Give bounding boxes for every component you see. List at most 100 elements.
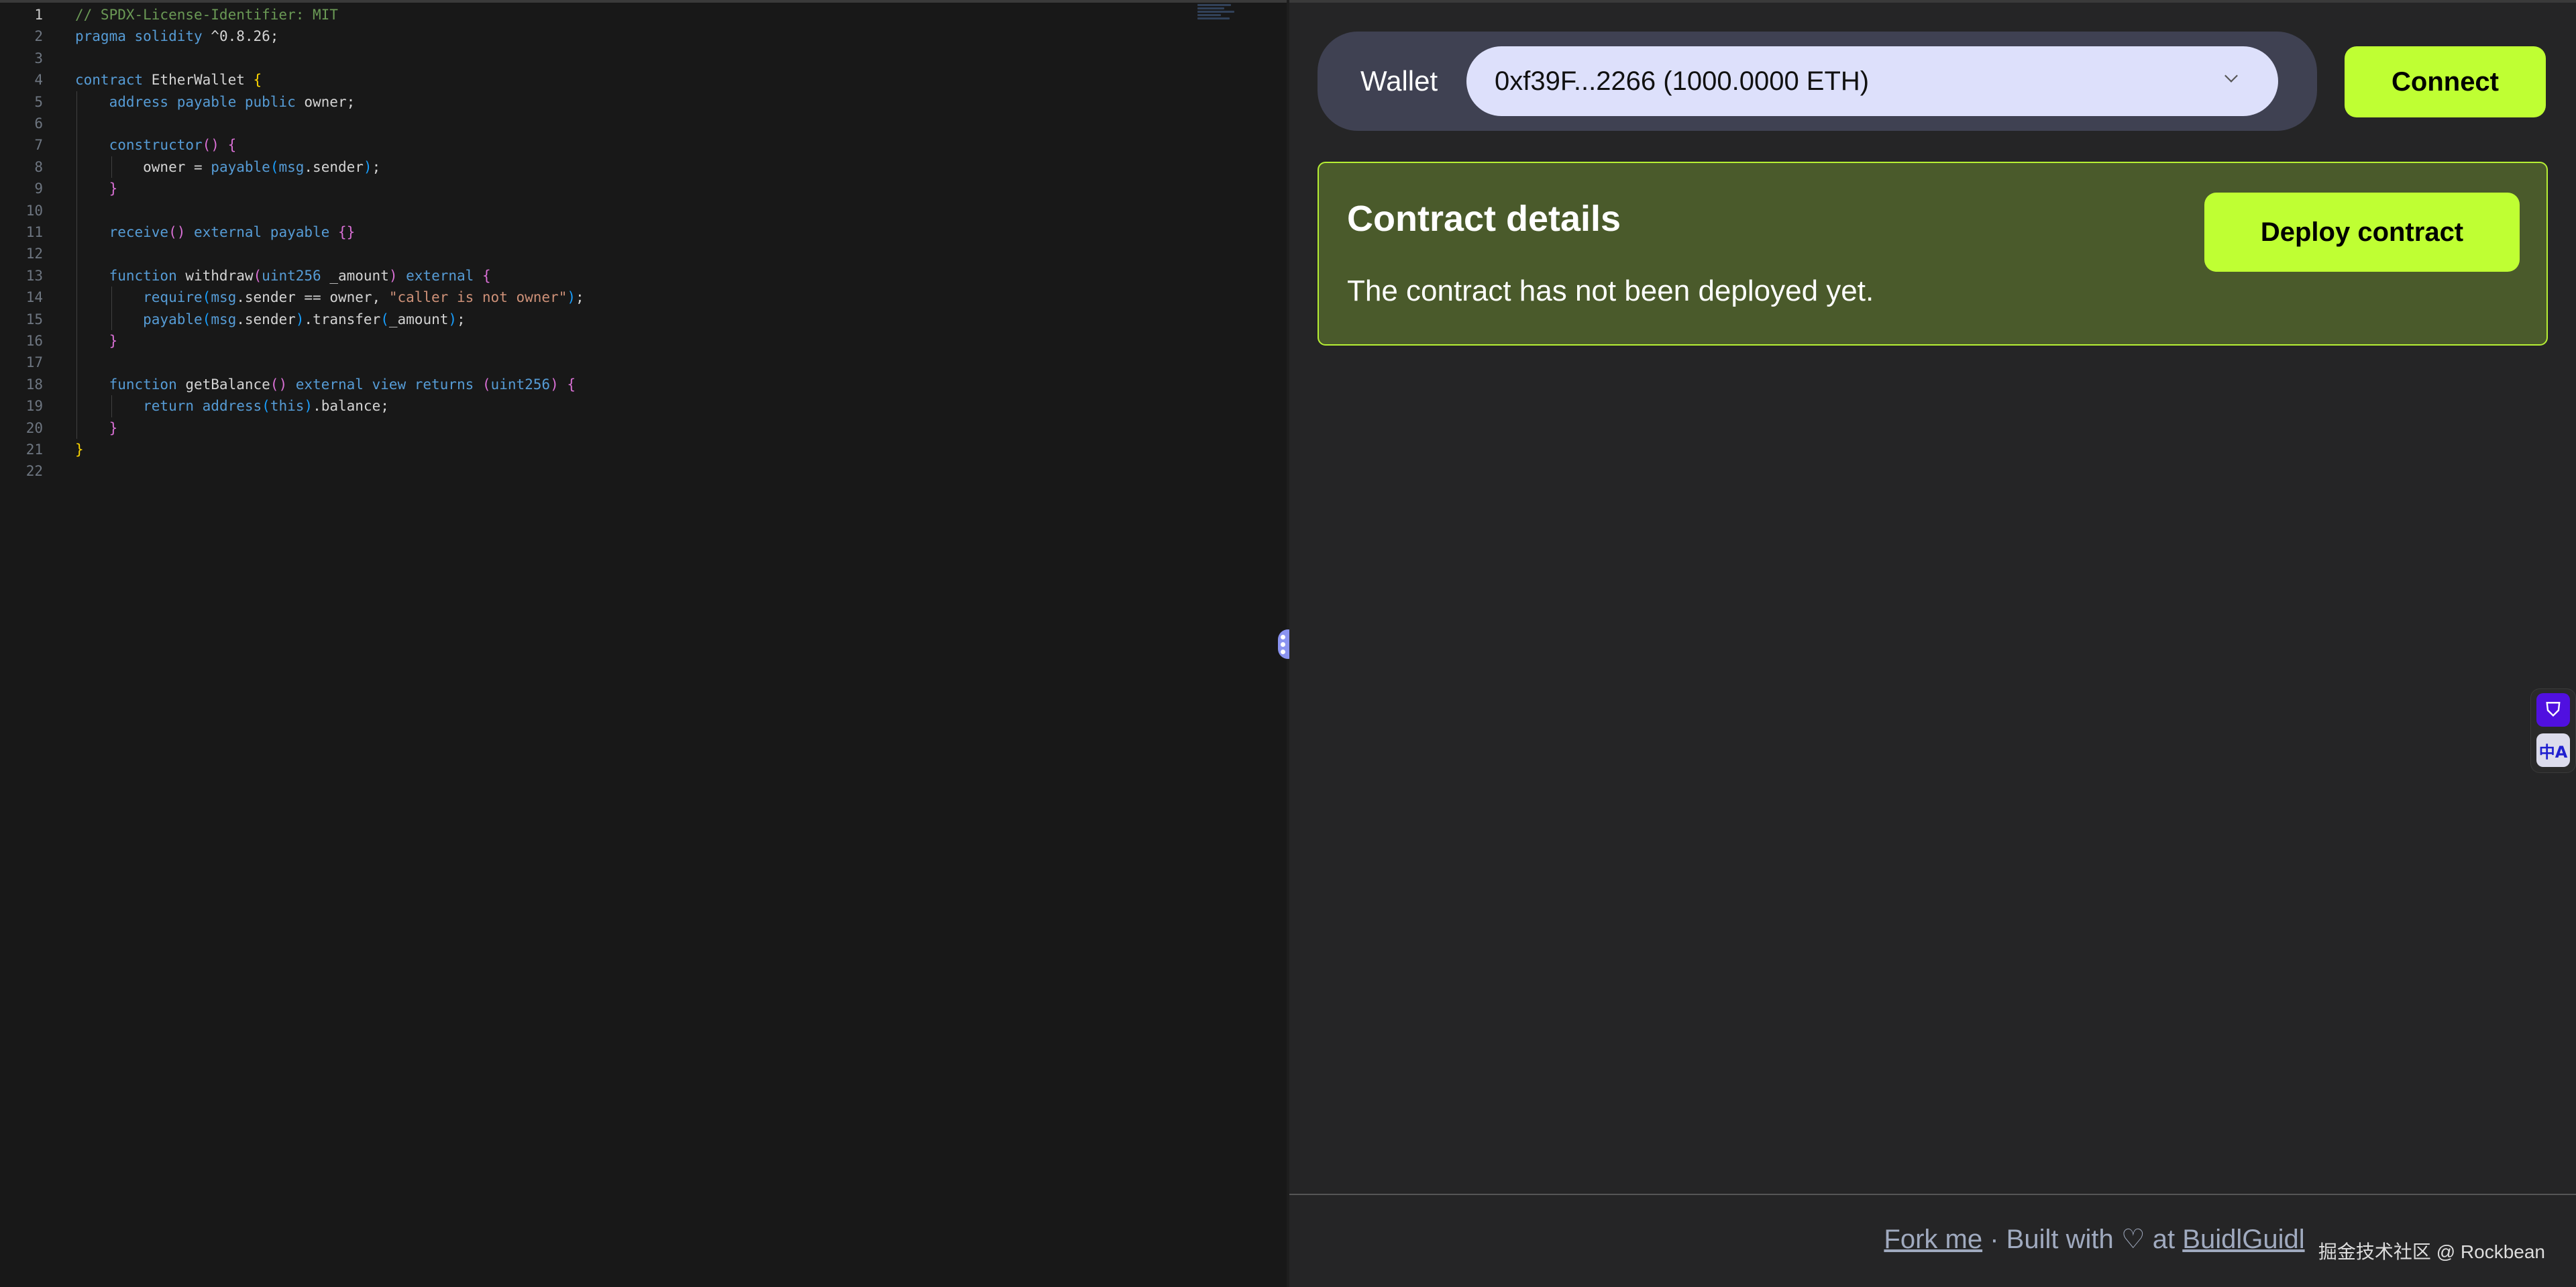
code-line[interactable]: 16 } bbox=[0, 330, 1275, 352]
code-line[interactable]: 21} bbox=[0, 439, 1275, 460]
footer-text: · Built with ♡ at bbox=[1982, 1225, 2183, 1254]
code-line[interactable]: 11 receive() external payable {} bbox=[0, 221, 1275, 243]
code-line[interactable]: 9 } bbox=[0, 178, 1275, 199]
code-token: return bbox=[75, 398, 203, 415]
footer-divider bbox=[1289, 1194, 2576, 1195]
code-token: () bbox=[168, 224, 186, 240]
code-token: this bbox=[270, 398, 305, 415]
assistant-icon[interactable]: ⛉ bbox=[2536, 693, 2570, 727]
code-token: msg bbox=[211, 311, 237, 327]
code-token: { bbox=[567, 376, 576, 393]
code-token: payable bbox=[75, 311, 203, 327]
card-status-text: The contract has not been deployed yet. bbox=[1347, 274, 1874, 307]
line-number: 8 bbox=[34, 158, 43, 175]
watermark: 掘金技术社区 @ Rockbean bbox=[2318, 1241, 2545, 1262]
line-number: 11 bbox=[25, 224, 43, 240]
wallet-select[interactable]: 0xf39F...2266 (1000.0000 ETH) bbox=[1466, 46, 2278, 116]
code-line[interactable]: 2 pragma solidity ^0.8.26; bbox=[0, 25, 1275, 47]
code-line[interactable]: 19 return address(this).balance; bbox=[0, 395, 1275, 417]
indent-guide bbox=[76, 91, 77, 439]
code-token: () bbox=[202, 137, 219, 154]
code-text: receive() external payable {} bbox=[75, 221, 356, 243]
dapp-panel: Wallet 0xf39F...2266 (1000.0000 ETH) Con… bbox=[1289, 0, 2576, 1287]
line-number: 20 bbox=[25, 419, 43, 436]
line-number: 7 bbox=[34, 137, 43, 154]
code-line[interactable]: 5 address payable public owner; bbox=[0, 91, 1275, 113]
code-token: function bbox=[75, 376, 177, 393]
code-token: owner; bbox=[295, 93, 356, 110]
code-line[interactable]: 6 bbox=[0, 113, 1275, 134]
code-text: function getBalance() external view retu… bbox=[75, 374, 576, 395]
code-token: ( bbox=[202, 289, 211, 306]
code-token: EtherWallet bbox=[143, 72, 254, 89]
code-token: getBalance bbox=[176, 376, 270, 393]
line-number: 17 bbox=[25, 354, 43, 371]
code-line[interactable]: 22 bbox=[0, 460, 1275, 482]
code-token: pragma solidity bbox=[75, 28, 203, 45]
code-token: { bbox=[253, 72, 262, 89]
code-line[interactable]: 18 function getBalance() external view r… bbox=[0, 374, 1275, 395]
code-text: constructor() { bbox=[75, 134, 237, 156]
fork-me-link[interactable]: Fork me bbox=[1884, 1225, 1982, 1254]
code-token: contract bbox=[75, 72, 144, 89]
line-number: 12 bbox=[25, 246, 43, 262]
code-token: ^0.8.26; bbox=[202, 28, 279, 45]
code-token: { bbox=[227, 137, 237, 154]
code-token: ) bbox=[304, 398, 313, 415]
code-token: ) bbox=[550, 376, 559, 393]
code-token: msg bbox=[278, 158, 305, 175]
code-token: address payable public bbox=[75, 93, 296, 110]
translate-icon[interactable]: 中A bbox=[2536, 733, 2570, 767]
line-number: 3 bbox=[34, 50, 43, 66]
code-line[interactable]: 4 contract EtherWallet { bbox=[0, 69, 1275, 91]
code-token: {} bbox=[337, 224, 356, 240]
code-line[interactable]: 14 require(msg.sender == owner, "caller … bbox=[0, 287, 1275, 308]
code-text: } bbox=[75, 178, 118, 199]
line-number: 5 bbox=[34, 93, 43, 110]
indent-guide bbox=[111, 156, 112, 178]
deploy-contract-button[interactable]: Deploy contract bbox=[2204, 193, 2520, 272]
code-line[interactable]: 10 bbox=[0, 200, 1275, 221]
code-line[interactable]: 12 bbox=[0, 243, 1275, 264]
code-line[interactable]: 20 } bbox=[0, 417, 1275, 439]
code-text: // SPDX-License-Identifier: MIT bbox=[75, 4, 338, 25]
code-token: function bbox=[75, 267, 177, 284]
code-token: .sender == owner, bbox=[236, 289, 389, 306]
code-token: () bbox=[270, 376, 288, 393]
code-line[interactable]: 3 bbox=[0, 48, 1275, 69]
code-text: } bbox=[75, 439, 84, 460]
code-text: return address(this).balance; bbox=[75, 395, 389, 417]
code-text: owner = payable(msg.sender); bbox=[75, 156, 380, 178]
code-token: msg bbox=[211, 289, 237, 306]
code-line[interactable]: 15 payable(msg.sender).transfer(_amount)… bbox=[0, 309, 1275, 330]
code-line[interactable]: 7 constructor() { bbox=[0, 134, 1275, 156]
code-token: } bbox=[75, 442, 84, 458]
code-token: ) bbox=[388, 267, 398, 284]
line-number: 21 bbox=[25, 442, 43, 458]
line-number: 4 bbox=[34, 72, 43, 89]
code-token: .transfer bbox=[304, 311, 381, 327]
code-token: ; bbox=[576, 289, 584, 306]
code-token: } bbox=[109, 333, 118, 349]
code-text: address payable public owner; bbox=[75, 91, 356, 113]
code-line[interactable]: 13 function withdraw(uint256 _amount) ex… bbox=[0, 265, 1275, 287]
code-text: require(msg.sender == owner, "caller is … bbox=[75, 287, 584, 308]
code-line[interactable]: 1 // SPDX-License-Identifier: MIT bbox=[0, 4, 1275, 25]
line-number: 9 bbox=[34, 181, 43, 197]
indent-guide bbox=[111, 287, 112, 330]
code-editor[interactable]: 1 // SPDX-License-Identifier: MIT 2 pragma … bbox=[0, 0, 1287, 1287]
code-token: ( bbox=[380, 311, 389, 327]
code-token: ; bbox=[457, 311, 466, 327]
connect-button[interactable]: Connect bbox=[2345, 46, 2546, 117]
code-line[interactable]: 8 owner = payable(msg.sender); bbox=[0, 156, 1275, 178]
code-line[interactable]: 17 bbox=[0, 352, 1275, 373]
code-token: ( bbox=[253, 267, 262, 284]
code-token: ) bbox=[363, 158, 372, 175]
line-number: 14 bbox=[25, 289, 43, 306]
code-token: uint256 bbox=[490, 376, 551, 393]
buidlguidl-link[interactable]: BuidlGuidl bbox=[2182, 1225, 2304, 1254]
line-number: 1 bbox=[34, 7, 43, 23]
